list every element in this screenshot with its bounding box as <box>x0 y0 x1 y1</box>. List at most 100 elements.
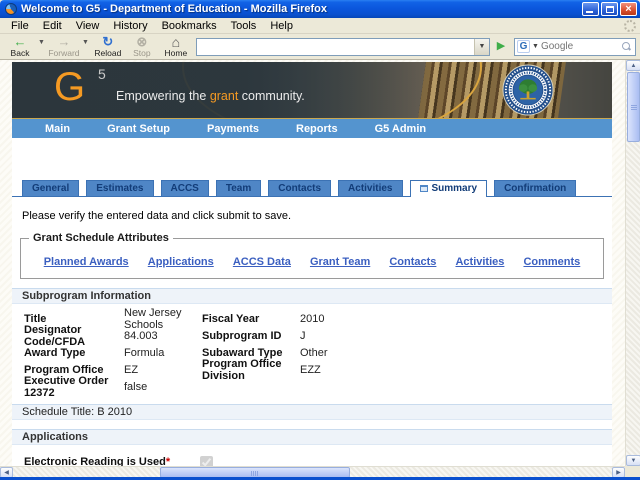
search-engine-dropdown-icon[interactable]: ▼ <box>532 43 539 50</box>
grant-schedule-attributes-box: Grant Schedule Attributes Planned Awards… <box>20 232 604 279</box>
banner-slogan: Empowering the grant community. <box>116 89 305 103</box>
electronic-reading-checkbox[interactable] <box>200 455 213 466</box>
forward-dropdown-icon[interactable]: ▼ <box>82 39 89 46</box>
navigation-toolbar: ← Back ▼ → Forward ▼ ↻ Reload ⊗ Stop ⌂ H… <box>0 34 640 60</box>
back-dropdown-icon[interactable]: ▼ <box>38 39 45 46</box>
reload-button[interactable]: ↻ Reload <box>92 34 124 59</box>
g5-logo-five: 5 <box>98 66 106 82</box>
tab-team[interactable]: Team <box>215 180 262 196</box>
forward-button[interactable]: → Forward <box>48 34 80 59</box>
field-value: 84.003 <box>124 329 158 342</box>
home-button[interactable]: ⌂ Home <box>160 34 192 59</box>
field-label: Executive Order 12372 <box>24 374 109 399</box>
vertical-scroll-thumb[interactable] <box>627 72 640 142</box>
nav-main[interactable]: Main <box>45 123 70 135</box>
main-nav-bar: Main Grant Setup Payments Reports G5 Adm… <box>12 118 612 138</box>
applications-header: Applications <box>12 429 612 445</box>
link-accs-data[interactable]: ACCS Data <box>233 256 291 268</box>
department-of-education-seal-icon <box>502 64 554 116</box>
search-engine-icon[interactable]: G <box>517 40 530 53</box>
back-button[interactable]: ← Back <box>4 34 36 59</box>
menu-tools[interactable]: Tools <box>224 19 264 33</box>
tab-activities[interactable]: Activities <box>338 180 403 196</box>
menu-file[interactable]: File <box>4 19 36 33</box>
nav-g5-admin[interactable]: G5 Admin <box>375 123 427 135</box>
summary-tab-icon <box>419 185 428 192</box>
tab-contacts[interactable]: Contacts <box>268 180 332 196</box>
address-input[interactable] <box>196 39 474 54</box>
g5-page: G 5 Empowering the grant community. Main… <box>12 62 612 466</box>
address-dropdown-icon[interactable]: ▼ <box>474 38 489 55</box>
link-comments[interactable]: Comments <box>523 256 580 268</box>
field-value: J <box>300 329 306 342</box>
horizontal-scrollbar[interactable]: ◀ ▶ <box>0 466 625 478</box>
vertical-scrollbar[interactable]: ▲ ▼ <box>625 60 640 466</box>
reload-icon: ↻ <box>102 33 114 49</box>
g5-banner: G 5 Empowering the grant community. <box>12 62 612 118</box>
verify-message: Please verify the entered data and click… <box>22 210 292 222</box>
field-value: false <box>124 380 148 393</box>
scroll-down-icon[interactable]: ▼ <box>626 455 640 466</box>
tab-estimates[interactable]: Estimates <box>86 180 154 196</box>
required-asterisk: * <box>165 456 171 466</box>
link-contacts[interactable]: Contacts <box>389 256 436 268</box>
wizard-tabs: General Estimates ACCS Team Contacts Act… <box>12 179 612 197</box>
firefox-icon <box>5 3 17 15</box>
go-button[interactable]: ▶ <box>492 38 510 56</box>
search-input[interactable] <box>540 41 622 52</box>
search-box: G ▼ <box>514 37 636 56</box>
menu-bar: File Edit View History Bookmarks Tools H… <box>0 18 640 34</box>
link-applications[interactable]: Applications <box>148 256 214 268</box>
field-value: EZZ <box>300 363 321 376</box>
field-label: Program Office Division <box>202 357 282 382</box>
minimize-button[interactable] <box>582 2 599 16</box>
field-value: Formula <box>124 346 165 359</box>
field-label: Subprogram ID <box>202 329 282 342</box>
tab-general[interactable]: General <box>22 180 80 196</box>
link-grant-team[interactable]: Grant Team <box>310 256 370 268</box>
menu-edit[interactable]: Edit <box>36 19 69 33</box>
menu-view[interactable]: View <box>69 19 107 33</box>
subprogram-information-header: Subprogram Information <box>12 288 612 304</box>
browser-window: Welcome to G5 - Department of Education … <box>0 0 640 480</box>
field-label: Designator Code/CFDA <box>24 323 86 348</box>
home-icon: ⌂ <box>171 33 181 50</box>
link-activities[interactable]: Activities <box>455 256 504 268</box>
electronic-reading-row: Electronic Reading is Used* <box>12 451 612 466</box>
field-value: Other <box>300 346 328 359</box>
field-label: Electronic Reading is Used* <box>24 456 171 466</box>
browser-viewport: G 5 Empowering the grant community. Main… <box>0 60 625 466</box>
link-planned-awards[interactable]: Planned Awards <box>44 256 129 268</box>
stop-icon: ⊗ <box>136 33 148 49</box>
nav-grant-setup[interactable]: Grant Setup <box>107 123 170 135</box>
field-value: New Jersey Schools <box>124 306 182 331</box>
schedule-title-bar: Schedule Title: B 2010 <box>12 404 612 420</box>
field-value: EZ <box>124 363 139 376</box>
field-row: Award Type Formula Subaward Type Other <box>12 344 612 361</box>
menu-help[interactable]: Help <box>263 19 300 33</box>
forward-icon: → <box>57 33 71 49</box>
menu-history[interactable]: History <box>106 19 154 33</box>
maximize-button[interactable] <box>601 2 618 16</box>
title-bar: Welcome to G5 - Department of Education … <box>0 0 640 18</box>
address-bar: ▼ <box>195 37 490 56</box>
field-row: Designator Code/CFDA 84.003 Subprogram I… <box>12 324 612 348</box>
back-icon: ← <box>13 33 27 49</box>
stop-button[interactable]: ⊗ Stop <box>126 34 158 59</box>
menu-bookmarks[interactable]: Bookmarks <box>155 19 224 33</box>
field-row: Executive Order 12372 false <box>12 375 612 399</box>
scrollbar-corner <box>625 466 640 477</box>
window-title: Welcome to G5 - Department of Education … <box>21 3 327 15</box>
close-button[interactable]: × <box>620 2 637 16</box>
nav-payments[interactable]: Payments <box>207 123 259 135</box>
tab-confirmation[interactable]: Confirmation <box>494 180 577 196</box>
tab-summary[interactable]: Summary <box>409 180 488 197</box>
attributes-legend: Grant Schedule Attributes <box>33 232 169 244</box>
nav-reports[interactable]: Reports <box>296 123 338 135</box>
scroll-up-icon[interactable]: ▲ <box>626 60 640 71</box>
field-label: Award Type <box>24 346 86 359</box>
tab-accs[interactable]: ACCS <box>160 180 209 196</box>
search-icon[interactable] <box>622 42 631 51</box>
field-value: 2010 <box>300 312 325 325</box>
field-label: Fiscal Year <box>202 312 260 325</box>
